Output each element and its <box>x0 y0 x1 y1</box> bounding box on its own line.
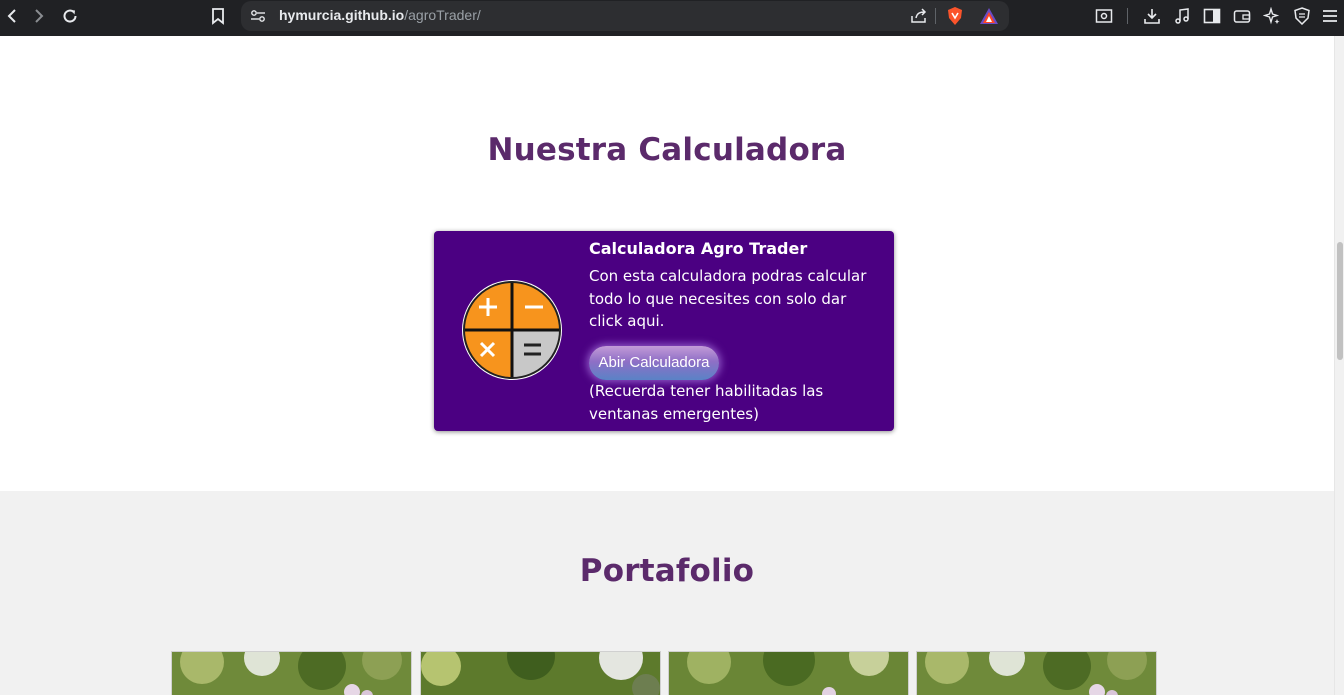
hamburger-menu-icon[interactable] <box>1320 6 1340 26</box>
back-button[interactable] <box>0 4 24 28</box>
calculator-card-title: Calculadora Agro Trader <box>589 239 808 258</box>
toolbar-divider <box>1127 8 1128 24</box>
wallet-icon[interactable] <box>1232 6 1252 26</box>
popup-reminder-note: (Recuerda tener habilitadas las ventanas… <box>589 382 824 423</box>
sidebar-icon[interactable] <box>1202 6 1222 26</box>
omnibox-divider <box>935 8 936 24</box>
bookmark-icon <box>212 8 224 25</box>
bookmark-button[interactable] <box>206 4 230 28</box>
portfolio-gallery <box>171 651 1161 695</box>
portfolio-photo[interactable] <box>171 651 412 695</box>
screenshot-icon[interactable] <box>1094 6 1114 26</box>
page-scrollbar[interactable] <box>1334 36 1344 695</box>
plant-photo <box>917 652 1156 695</box>
back-arrow-icon <box>7 9 16 23</box>
address-bar[interactable]: hymurcia.github.io/agroTrader/ <box>241 1 1009 31</box>
url-host: hymurcia.github.io <box>279 7 405 23</box>
calculator-card-description: Con esta calculadora podras calcular tod… <box>589 267 867 330</box>
music-icon[interactable] <box>1172 6 1192 26</box>
site-settings-icon[interactable] <box>249 7 267 25</box>
plant-photo <box>669 652 908 695</box>
portfolio-photo[interactable] <box>668 651 909 695</box>
brave-shield-icon[interactable] <box>944 5 966 27</box>
forward-button[interactable] <box>27 4 51 28</box>
download-icon[interactable] <box>1142 6 1162 26</box>
leo-ai-icon[interactable] <box>1262 6 1282 26</box>
plant-photo <box>172 652 411 695</box>
calculator-card: Calculadora Agro Trader Con esta calcula… <box>434 231 894 431</box>
brave-rewards-icon[interactable] <box>978 5 1000 27</box>
share-icon[interactable] <box>909 6 929 26</box>
vpn-shield-icon[interactable] <box>1292 6 1312 26</box>
portfolio-photo[interactable] <box>916 651 1157 695</box>
calculator-icon <box>462 280 562 380</box>
forward-arrow-icon <box>35 9 44 23</box>
page-viewport: Nuestra Calculadora Calculadora Agro Tra… <box>0 36 1334 695</box>
portfolio-section-title: Portafolio <box>579 553 755 589</box>
scrollbar-thumb[interactable] <box>1337 242 1343 360</box>
reload-button[interactable] <box>58 4 82 28</box>
calculator-section-title: Nuestra Calculadora <box>487 132 847 168</box>
url-path: /agroTrader/ <box>404 7 481 23</box>
browser-toolbar: hymurcia.github.io/agroTrader/ <box>0 0 1344 36</box>
portfolio-section: Portafolio <box>0 491 1334 695</box>
reload-icon <box>63 9 77 23</box>
url-text[interactable]: hymurcia.github.io/agroTrader/ <box>279 7 481 23</box>
calculator-section: Nuestra Calculadora Calculadora Agro Tra… <box>0 36 1334 491</box>
portfolio-photo[interactable] <box>420 651 661 695</box>
plant-photo <box>421 652 660 695</box>
open-calculator-button[interactable]: Abir Calculadora <box>589 346 719 380</box>
